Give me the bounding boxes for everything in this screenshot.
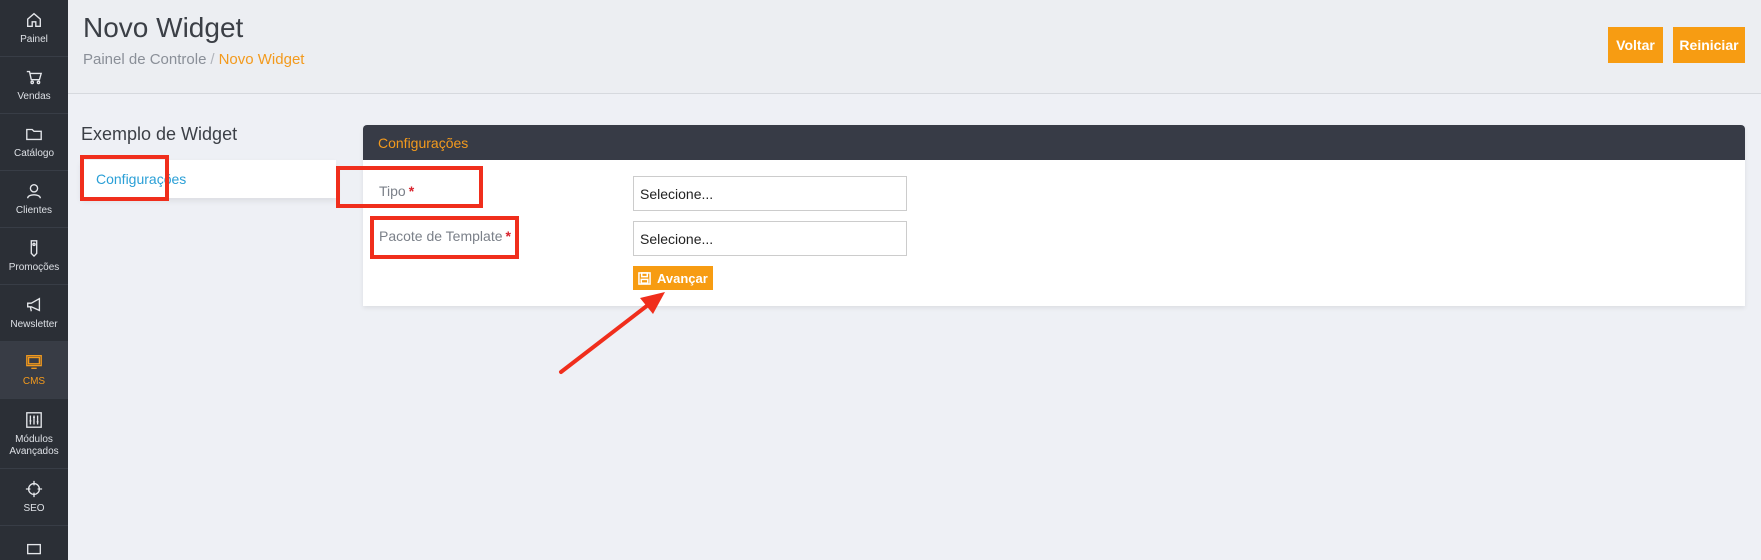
folder-icon [24,124,44,144]
sidebar-item-vendas[interactable]: Vendas [0,57,68,114]
annotation-box-tipo [336,166,483,208]
pacote-template-select[interactable]: Selecione... [633,221,907,256]
page-header: Novo Widget Painel de Controle / Novo Widg… [68,0,1761,94]
breadcrumb-current: Novo Widget [218,51,305,68]
config-panel-title: Configurações [378,135,469,151]
sidebar-item-label: Painel [20,34,48,45]
sidebar-item-newsletter[interactable]: Newsletter [0,285,68,342]
advance-button[interactable]: Avançar [633,266,713,290]
save-icon [638,271,651,285]
sidebar-item-painel[interactable]: Painel [0,0,68,57]
sidebar-item-label: Clientes [15,205,53,216]
sidebar-item-modulos-avancados[interactable]: Módulos Avançados [0,399,68,469]
breadcrumb-root[interactable]: Painel de Controle [83,51,206,68]
sidebar-item-label: Newsletter [10,319,58,330]
page-title: Novo Widget [83,12,244,43]
config-panel-header: Configurações [363,125,1745,160]
sidebar-item-label: CMS [22,376,46,387]
sidebar-item-more[interactable] [0,526,68,560]
sidebar-item-label: Vendas [17,91,51,102]
widget-title: Exemplo de Widget [81,124,238,144]
advance-button-label: Avançar [657,270,708,286]
monitor-icon [24,352,44,372]
sidebar-item-promocoes[interactable]: Promoções [0,228,68,285]
sidebar-item-label: Promoções [8,262,60,273]
reset-button[interactable]: Reiniciar [1673,27,1745,63]
cart-icon [24,67,44,87]
sidebar-item-label: Módulos Avançados [9,433,59,457]
home-icon [24,10,44,30]
annotation-box-tab [80,155,169,201]
sidebar-item-label: SEO [23,503,45,514]
back-button[interactable]: Voltar [1608,27,1663,63]
sidebar-item-cms[interactable]: CMS [0,342,68,399]
user-icon [24,181,44,201]
sidebar-item-catalogo[interactable]: Catálogo [0,114,68,171]
crosshair-icon [24,479,44,499]
tag-icon [24,238,44,258]
breadcrumb-separator: / [210,51,215,68]
breadcrumb: Painel de Controle / Novo Widget [83,51,304,68]
tipo-select[interactable]: Selecione... [633,176,907,211]
sidebar: Painel Vendas Catálogo Clientes Promoçõe… [0,0,68,560]
annotation-box-pacote [370,216,519,259]
sidebar-item-clientes[interactable]: Clientes [0,171,68,228]
sliders-icon [24,410,44,430]
config-panel: Configurações [363,125,1745,306]
megaphone-icon [24,295,44,315]
monitor-icon [24,540,44,560]
sidebar-item-label: Catálogo [13,148,55,159]
sidebar-item-seo[interactable]: SEO [0,469,68,526]
